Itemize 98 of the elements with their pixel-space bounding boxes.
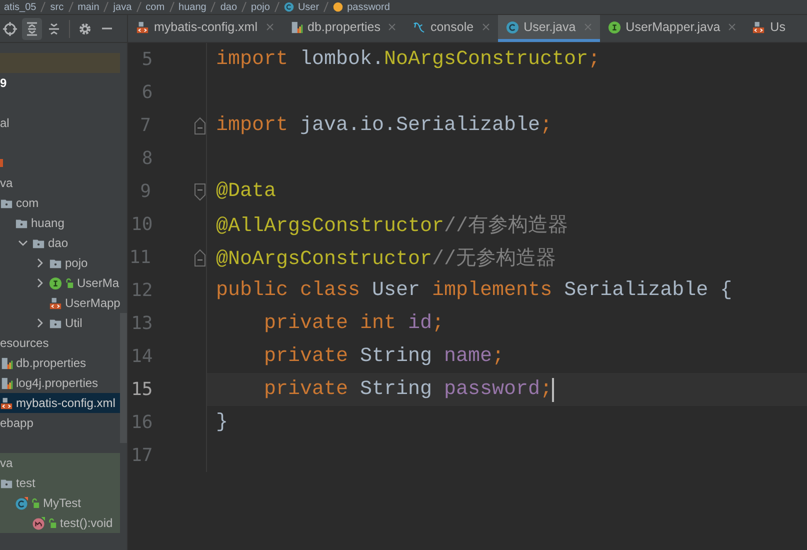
breadcrumb-item[interactable]: pojo — [251, 2, 270, 12]
collapse-all-icon — [47, 22, 61, 36]
code-line: private int id; — [263, 312, 444, 335]
breadcrumb-item[interactable]: atis_05 — [4, 2, 36, 12]
tree-item[interactable]: UserMa — [0, 273, 120, 293]
expand-all-button[interactable] — [22, 18, 42, 40]
class-icon — [506, 20, 519, 34]
test-class-icon — [15, 496, 28, 510]
line-number: 10 — [130, 214, 153, 235]
tree-item[interactable]: db.properties — [0, 353, 120, 373]
code-line: private String name; — [263, 345, 504, 368]
slash-separator-icon — [241, 1, 248, 13]
breadcrumb-item[interactable]: User — [298, 2, 320, 12]
gear-icon — [78, 22, 92, 36]
editor-tab[interactable]: db.properties — [282, 15, 404, 42]
line-number: 8 — [140, 148, 153, 169]
editor-tab[interactable]: UserMapper.java — [600, 15, 744, 42]
slash-separator-icon — [68, 1, 74, 13]
editor-tab[interactable]: mybatis-config.xml — [128, 15, 282, 42]
code-line: @Data — [216, 180, 276, 203]
line-number: 5 — [140, 49, 153, 70]
method-icon — [32, 516, 45, 530]
database-console-icon — [412, 20, 426, 34]
xml-file-icon — [0, 396, 13, 410]
tree-item[interactable]: ebapp — [0, 413, 120, 433]
interface-icon — [608, 20, 621, 34]
properties-file-icon — [0, 376, 13, 390]
chevron-right-icon[interactable] — [35, 258, 45, 268]
line-number: 15 — [130, 379, 153, 400]
xml-file-icon — [752, 20, 766, 34]
line-number: 13 — [130, 313, 153, 334]
line-number: 12 — [130, 280, 153, 301]
breadcrumb-item[interactable]: password — [347, 2, 390, 12]
tree-item[interactable]: Util — [0, 313, 120, 333]
slash-separator-icon — [40, 1, 46, 13]
breadcrumb-item[interactable]: com — [146, 2, 165, 12]
properties-file-icon — [0, 356, 13, 370]
line-number: 11 — [128, 247, 151, 268]
tree-item[interactable]: va — [0, 173, 120, 193]
breadcrumb-item[interactable]: main — [78, 2, 100, 12]
tree-item[interactable]: log4j.properties — [0, 373, 120, 393]
tree-item[interactable]: al — [0, 113, 120, 133]
code-line: private String password; — [263, 378, 552, 401]
tree-item[interactable]: test():void — [0, 513, 120, 533]
tree-item[interactable]: com — [0, 193, 120, 213]
file-marker-icon — [0, 159, 3, 167]
code-line: public class User implements Serializable { — [216, 279, 732, 302]
fold-marker-icon[interactable] — [194, 248, 206, 266]
tree-item[interactable]: mybatis-config.xml — [0, 393, 120, 413]
xml-file-icon — [49, 296, 62, 310]
interface-icon — [49, 276, 62, 290]
tree-item[interactable]: huang — [0, 213, 120, 233]
slash-separator-icon — [136, 1, 142, 13]
chevron-down-icon[interactable] — [18, 238, 28, 248]
line-number: 9 — [139, 181, 151, 202]
scrollbar-thumb[interactable] — [120, 313, 127, 443]
line-number: 6 — [140, 82, 153, 103]
breadcrumb-item[interactable]: huang — [178, 2, 206, 12]
slash-separator-icon — [168, 1, 175, 13]
code-line: import lombok.NoArgsConstructor; — [216, 48, 600, 71]
breadcrumb-item[interactable]: src — [50, 2, 64, 12]
editor-tab[interactable]: Us — [744, 15, 794, 42]
tree-item[interactable]: dao — [0, 233, 120, 253]
tree-item[interactable]: 9 — [0, 73, 120, 93]
tree-item[interactable]: va — [0, 453, 120, 473]
expand-all-icon — [25, 22, 39, 36]
properties-file-icon — [290, 20, 302, 34]
editor-tab[interactable]: console — [404, 15, 498, 42]
slash-separator-icon — [210, 1, 216, 13]
xml-file-icon — [136, 20, 149, 34]
line-number: 16 — [130, 412, 153, 433]
crosshair-icon — [3, 22, 17, 36]
tree-item[interactable]: MyTest — [0, 493, 120, 513]
editor-tab[interactable]: User.java — [498, 15, 600, 42]
line-number: 7 — [139, 115, 151, 136]
chevron-right-icon[interactable] — [35, 318, 45, 328]
minus-icon — [101, 27, 113, 30]
code-line: import java.io.Serializable; — [216, 114, 552, 137]
tree-item[interactable]: UserMapp — [0, 293, 120, 313]
tree-item[interactable]: test — [0, 473, 120, 493]
line-number: 17 — [130, 445, 153, 466]
code-line: @NoArgsConstructor//无参构造器 — [216, 246, 556, 271]
breadcrumb-item[interactable]: dao — [220, 2, 238, 12]
class-icon — [284, 2, 294, 12]
line-number: 14 — [130, 346, 153, 367]
text-cursor — [552, 378, 554, 402]
fold-marker-icon[interactable] — [194, 116, 206, 134]
code-line: } — [216, 411, 228, 434]
slash-separator-icon — [323, 1, 330, 13]
breadcrumb-item[interactable]: java — [113, 2, 132, 12]
code-line: @AllArgsConstructor//有参构造器 — [216, 214, 568, 238]
chevron-right-icon[interactable] — [35, 278, 45, 288]
tree-item[interactable]: esources — [0, 333, 120, 353]
field-icon — [333, 2, 344, 12]
slash-separator-icon — [103, 1, 110, 13]
fold-marker-icon[interactable] — [194, 182, 206, 200]
slash-separator-icon — [274, 1, 280, 13]
tree-item[interactable]: pojo — [0, 253, 120, 273]
